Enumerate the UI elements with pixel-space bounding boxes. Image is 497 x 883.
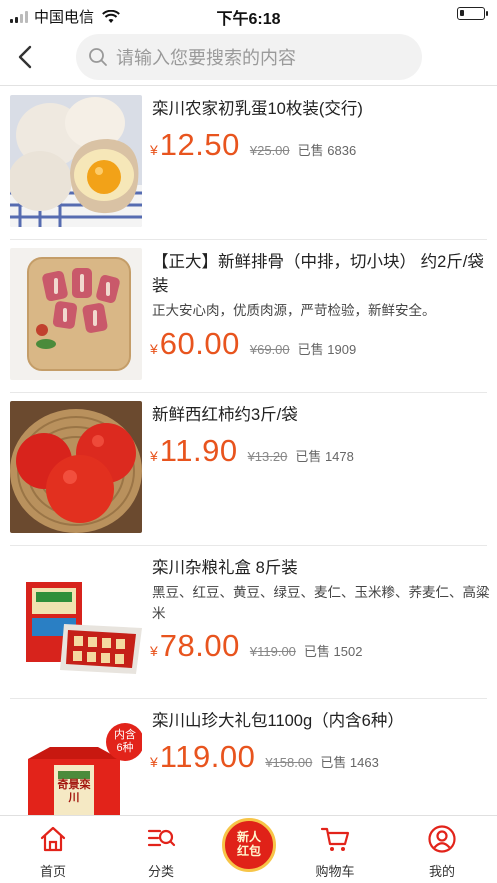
cart-icon	[320, 827, 350, 851]
price-row: ¥ 78.00 ¥119.00 已售 1502	[150, 628, 362, 664]
product-price: 11.90	[159, 433, 238, 468]
tab-label: 首页	[39, 864, 66, 879]
currency-symbol: ¥	[150, 754, 158, 770]
product-title: 栾川杂粮礼盒 8斤装	[152, 559, 298, 577]
tab-category[interactable]: 分类	[116, 816, 206, 883]
tab-label: 购物车	[315, 864, 355, 879]
product-item[interactable]: 内含 6种 奇景栾川 栾川山珍大礼包1100g（内含6种） ¥ 119.00 ¥…	[0, 699, 497, 815]
tab-label: 我的	[428, 864, 455, 879]
original-price: ¥25.00	[249, 143, 290, 158]
sold-count: 已售 6836	[297, 143, 357, 158]
product-image-gift-pack: 内含 6种 奇景栾川	[10, 707, 142, 815]
original-price: ¥69.00	[249, 342, 290, 357]
product-price: 12.50	[159, 127, 240, 162]
home-icon	[40, 826, 66, 852]
back-button[interactable]	[10, 42, 40, 72]
tab-home[interactable]: 首页	[8, 816, 98, 883]
search-placeholder: 请输入您要搜索的内容	[116, 48, 296, 68]
status-bar: 中国电信 下午6:18	[0, 0, 497, 28]
price-row: ¥ 119.00 ¥158.00 已售 1463	[150, 739, 379, 775]
original-price: ¥13.20	[247, 449, 288, 464]
product-image-eggs	[10, 95, 142, 227]
battery-icon	[457, 7, 488, 20]
bottom-tabbar: 首页 分类 新人 红包 购物车 我的	[0, 815, 497, 883]
promo-label: 新人 红包	[236, 830, 261, 858]
product-image-ribs	[10, 248, 142, 380]
product-description: 黑豆、红豆、黄豆、绿豆、麦仁、玉米糁、荞麦仁、高粱米	[152, 585, 490, 621]
product-list: 栾川农家初乳蛋10枚装(交行) ¥ 12.50 ¥25.00 已售 6836 【…	[0, 87, 497, 815]
search-input[interactable]: 请输入您要搜索的内容	[76, 34, 422, 80]
product-title: 栾川山珍大礼包1100g（内含6种）	[152, 712, 404, 730]
sold-count: 已售 1478	[295, 449, 354, 464]
newcomer-redpacket-button[interactable]: 新人 红包	[220, 816, 278, 880]
product-price: 78.00	[159, 628, 240, 663]
search-icon	[89, 48, 107, 66]
sold-count: 已售 1502	[303, 644, 363, 659]
product-item[interactable]: 栾川杂粮礼盒 8斤装 黑豆、红豆、黄豆、绿豆、麦仁、玉米糁、荞麦仁、高粱米 ¥ …	[0, 546, 497, 699]
original-price: ¥119.00	[249, 644, 296, 659]
price-row: ¥ 11.90 ¥13.20 已售 1478	[150, 433, 354, 469]
currency-symbol: ¥	[150, 643, 158, 659]
product-title: 新鲜西红柿约3斤/袋	[152, 406, 298, 424]
gift-pack-label: 奇景栾川	[57, 779, 91, 804]
price-row: ¥ 60.00 ¥69.00 已售 1909	[150, 326, 356, 362]
product-item[interactable]: 【正大】新鲜排骨（中排，切小块） 约2斤/袋装 正大安心肉，优质肉源，严苛检验，…	[0, 240, 497, 393]
tab-cart[interactable]: 购物车	[290, 816, 380, 883]
product-description: 正大安心肉，优质肉源，严苛检验，新鲜安全。	[152, 303, 436, 318]
product-image-tomatoes	[10, 401, 142, 533]
product-price: 60.00	[159, 326, 240, 361]
chevron-left-icon	[18, 45, 32, 69]
sold-count: 已售 1463	[320, 755, 379, 770]
status-time: 下午6:18	[216, 11, 281, 28]
product-price: 119.00	[159, 739, 256, 774]
currency-symbol: ¥	[150, 448, 158, 464]
currency-symbol: ¥	[150, 142, 158, 158]
header: 请输入您要搜索的内容	[0, 28, 497, 86]
product-title: 栾川农家初乳蛋10枚装(交行)	[152, 100, 363, 118]
original-price: ¥158.00	[265, 755, 313, 770]
tab-mine[interactable]: 我的	[397, 816, 487, 883]
price-row: ¥ 12.50 ¥25.00 已售 6836	[150, 127, 356, 163]
currency-symbol: ¥	[150, 341, 158, 357]
product-title: 【正大】新鲜排骨（中排，切小块） 约2斤/袋装	[152, 253, 484, 295]
user-icon	[428, 825, 456, 853]
product-item[interactable]: 新鲜西红柿约3斤/袋 ¥ 11.90 ¥13.20 已售 1478	[0, 393, 497, 546]
contents-badge: 内含 6种	[106, 723, 142, 761]
category-icon	[147, 829, 176, 847]
sold-count: 已售 1909	[297, 342, 357, 357]
product-item[interactable]: 栾川农家初乳蛋10枚装(交行) ¥ 12.50 ¥25.00 已售 6836	[0, 87, 497, 240]
tab-label: 分类	[147, 864, 174, 879]
product-image-grain-box	[10, 554, 142, 686]
